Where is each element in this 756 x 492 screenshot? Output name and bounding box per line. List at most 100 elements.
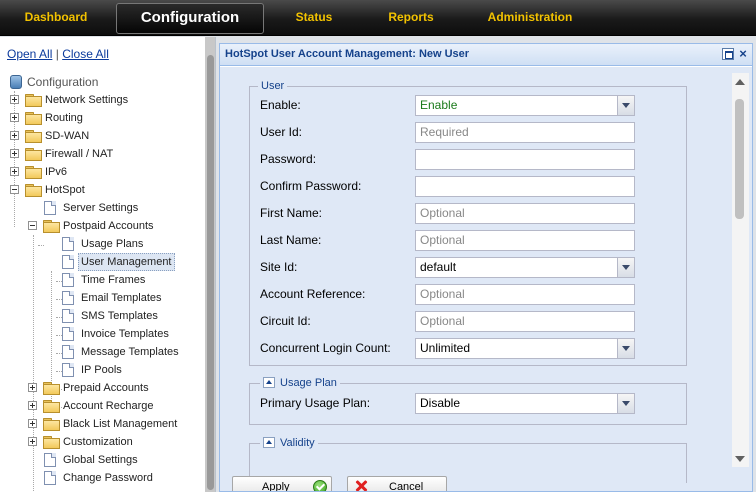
tab-administration[interactable]: Administration (480, 0, 580, 36)
window-title: HotSpot User Account Management: New Use… (225, 48, 470, 60)
first-name-input[interactable]: Optional (415, 203, 635, 224)
concurrent-login-count-value: Unlimited (420, 341, 471, 355)
tree-item-black-list-management[interactable]: Black List Management (0, 415, 204, 433)
tree-item-prepaid-accounts[interactable]: Prepaid Accounts (0, 379, 204, 397)
chevron-down-icon[interactable] (617, 394, 634, 413)
tree-item-account-recharge[interactable]: Account Recharge (0, 397, 204, 415)
enable-select[interactable]: Enable (415, 95, 635, 116)
tree-item-firewall-nat[interactable]: Firewall / NAT (0, 145, 204, 163)
tree-item-label: Time Frames (81, 274, 146, 286)
collapse-icon[interactable] (28, 221, 37, 230)
tree-item-message-templates[interactable]: Message Templates (0, 343, 204, 361)
tree-item-label: SD-WAN (45, 130, 90, 142)
tab-configuration[interactable]: Configuration (116, 3, 264, 34)
tree-item-invoice-templates[interactable]: Invoice Templates (0, 325, 204, 343)
folder-icon (25, 148, 42, 161)
expand-icon[interactable] (28, 401, 37, 410)
tree-item-network-settings[interactable]: Network Settings (0, 91, 204, 109)
tree-item-ipv6[interactable]: IPv6 (0, 163, 204, 181)
tree-item-sms-templates[interactable]: SMS Templates (0, 307, 204, 325)
usage-plan-legend-text: Usage Plan (280, 377, 337, 389)
page-icon (62, 255, 74, 269)
last-name-input[interactable]: Optional (415, 230, 635, 251)
page-icon (62, 327, 74, 341)
concurrent-login-count-select[interactable]: Unlimited (415, 338, 635, 359)
tree-item-postpaid-accounts[interactable]: Postpaid Accounts (0, 217, 204, 235)
scroll-up-icon[interactable] (735, 79, 745, 85)
expand-icon[interactable] (28, 437, 37, 446)
expand-icon[interactable] (10, 167, 19, 176)
tree-item-label: Invoice Templates (81, 328, 169, 340)
account-reference-input[interactable]: Optional (415, 284, 635, 305)
cancel-button[interactable]: Cancel (347, 476, 447, 491)
expand-icon[interactable] (28, 419, 37, 428)
tree-item-usage-plans[interactable]: Usage Plans (0, 235, 204, 253)
tree-item-change-password[interactable]: Change Password (0, 469, 204, 487)
tree-controls: Open All | Close All (7, 47, 109, 61)
expand-icon[interactable] (10, 131, 19, 140)
open-all-link[interactable]: Open All (7, 47, 52, 61)
tree-root-label: Configuration (27, 75, 99, 89)
apply-button[interactable]: Apply (232, 476, 332, 491)
folder-icon (25, 94, 42, 107)
sidebar-scrollbar[interactable] (205, 37, 215, 492)
tree-item-label: Account Recharge (63, 400, 154, 412)
tab-status[interactable]: Status (280, 0, 348, 36)
validity-legend: Validity (260, 436, 318, 450)
primary-usage-plan-label: Primary Usage Plan: (260, 396, 371, 410)
tree-item-label: HotSpot (45, 184, 85, 196)
folder-icon (43, 436, 60, 449)
tree-item-customization[interactable]: Customization (0, 433, 204, 451)
scroll-down-icon[interactable] (735, 456, 745, 462)
tab-reports[interactable]: Reports (376, 0, 446, 36)
sidebar-scroll-thumb[interactable] (207, 55, 214, 490)
chevron-down-icon[interactable] (617, 339, 634, 358)
circuit-id-input[interactable]: Optional (415, 311, 635, 332)
tree-item-label: Firewall / NAT (45, 148, 114, 160)
usage-plan-legend: Usage Plan (260, 376, 340, 390)
maximize-icon[interactable] (722, 48, 734, 60)
chevron-down-icon[interactable] (617, 258, 634, 277)
primary-usage-plan-value: Disable (420, 396, 461, 410)
usage-plan-fieldset: Usage Plan Primary Usage Plan: Disable (249, 376, 687, 425)
primary-usage-plan-select[interactable]: Disable (415, 393, 635, 414)
confirm-password-input[interactable] (415, 176, 635, 197)
expand-icon[interactable] (10, 95, 19, 104)
tree-item-label: Routing (45, 112, 83, 124)
tree-item-user-management[interactable]: User Management (0, 253, 204, 271)
expand-icon[interactable] (28, 383, 37, 392)
collapse-icon[interactable] (10, 185, 19, 194)
tree-root[interactable]: Configuration (0, 73, 204, 91)
folder-icon (43, 400, 60, 413)
tree-item-global-settings[interactable]: Global Settings (0, 451, 204, 469)
close-icon[interactable]: × (737, 47, 749, 60)
tree-item-hotspot[interactable]: HotSpot (0, 181, 204, 199)
user-fieldset: User Enable: Enable User Id: Required Pa… (249, 79, 687, 366)
tree-item-label: Global Settings (63, 454, 138, 466)
sidebar: Open All | Close All Configuration Netwo… (0, 37, 216, 492)
first-name-label: First Name: (260, 206, 323, 220)
expand-icon[interactable] (10, 149, 19, 158)
top-navigation: Dashboard Configuration Status Reports A… (0, 0, 756, 36)
tree-item-sd-wan[interactable]: SD-WAN (0, 127, 204, 145)
tree-item-label: Customization (63, 436, 133, 448)
close-all-link[interactable]: Close All (62, 47, 109, 61)
collapse-up-icon[interactable] (263, 437, 275, 448)
tree-item-routing[interactable]: Routing (0, 109, 204, 127)
tree-item-label: IPv6 (45, 166, 68, 178)
password-input[interactable] (415, 149, 635, 170)
expand-icon[interactable] (10, 113, 19, 122)
user-id-input[interactable]: Required (415, 122, 635, 143)
last-name-label: Last Name: (260, 233, 322, 247)
form-scrollbar[interactable] (732, 73, 749, 467)
tree-item-time-frames[interactable]: Time Frames (0, 271, 204, 289)
site-id-select[interactable]: default (415, 257, 635, 278)
chevron-down-icon[interactable] (617, 96, 634, 115)
collapse-up-icon[interactable] (263, 377, 275, 388)
form-scroll-thumb[interactable] (735, 99, 744, 219)
tree-item-server-settings[interactable]: Server Settings (0, 199, 204, 217)
tab-dashboard[interactable]: Dashboard (14, 0, 98, 36)
tree-item-ip-pools[interactable]: IP Pools (0, 361, 204, 379)
page-icon (62, 291, 74, 305)
tree-item-email-templates[interactable]: Email Templates (0, 289, 204, 307)
